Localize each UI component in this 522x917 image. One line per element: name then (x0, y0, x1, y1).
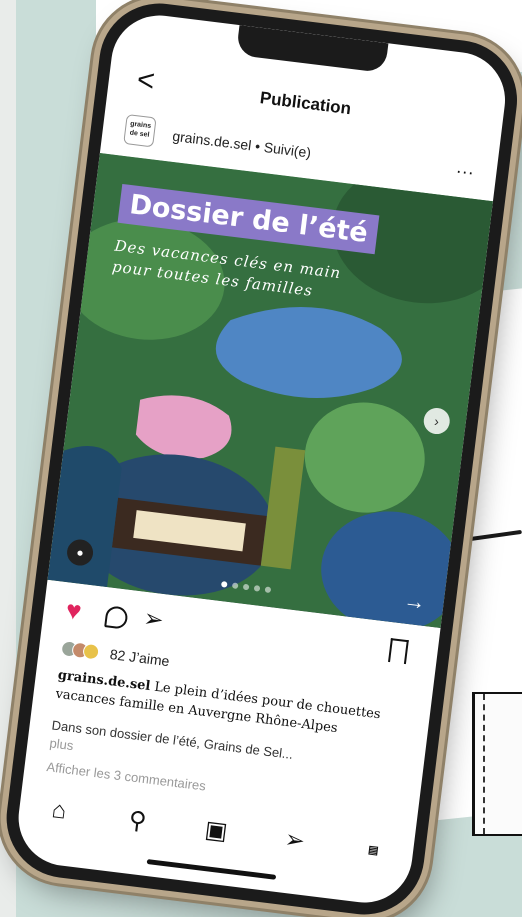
reels-icon[interactable]: ▣ (195, 813, 238, 847)
more-link[interactable]: plus (49, 735, 75, 753)
search-icon[interactable]: ⚲ (116, 804, 159, 838)
carousel-dot (231, 582, 239, 590)
likes-count[interactable]: 82 J’aime (109, 646, 170, 669)
arrow-right-icon: → (402, 587, 428, 615)
phone-frame: < Publication grains de sel grains.de.se… (0, 0, 522, 917)
post-image[interactable]: Dossier de l’été Des vacances clés en ma… (47, 152, 493, 629)
avatar[interactable]: grains de sel (123, 113, 157, 148)
more-options-icon[interactable]: ... (456, 157, 476, 180)
liker-avatars (60, 640, 100, 661)
send-icon[interactable]: ➢ (273, 823, 316, 857)
carousel-dot (253, 585, 261, 592)
heart-icon[interactable]: ♥ (64, 594, 83, 627)
profile-icon[interactable]: ▤ (353, 841, 394, 859)
liker-avatar (82, 642, 100, 661)
phone-screen: < Publication grains de sel grains.de.se… (13, 10, 511, 908)
comment-icon[interactable] (104, 605, 129, 630)
home-indicator (146, 859, 277, 880)
carousel-dot (220, 581, 228, 588)
phone-mockup: < Publication grains de sel grains.de.se… (0, 0, 522, 917)
view-comments-link[interactable]: Afficher les 3 commentaires (46, 759, 207, 793)
carousel-dot (264, 586, 272, 594)
username-follow-status[interactable]: grains.de.sel • Suivi(e) (172, 128, 312, 161)
bookmark-icon[interactable] (388, 638, 409, 665)
phone-notch (235, 25, 389, 74)
likes-row[interactable]: 82 J’aime (60, 640, 170, 669)
send-icon[interactable]: ➢ (142, 604, 165, 635)
carousel-dot (242, 583, 250, 591)
bottom-nav: ⌂ ⚲ ▣ ➢ ▤ (17, 786, 415, 874)
home-icon[interactable]: ⌂ (37, 795, 80, 828)
